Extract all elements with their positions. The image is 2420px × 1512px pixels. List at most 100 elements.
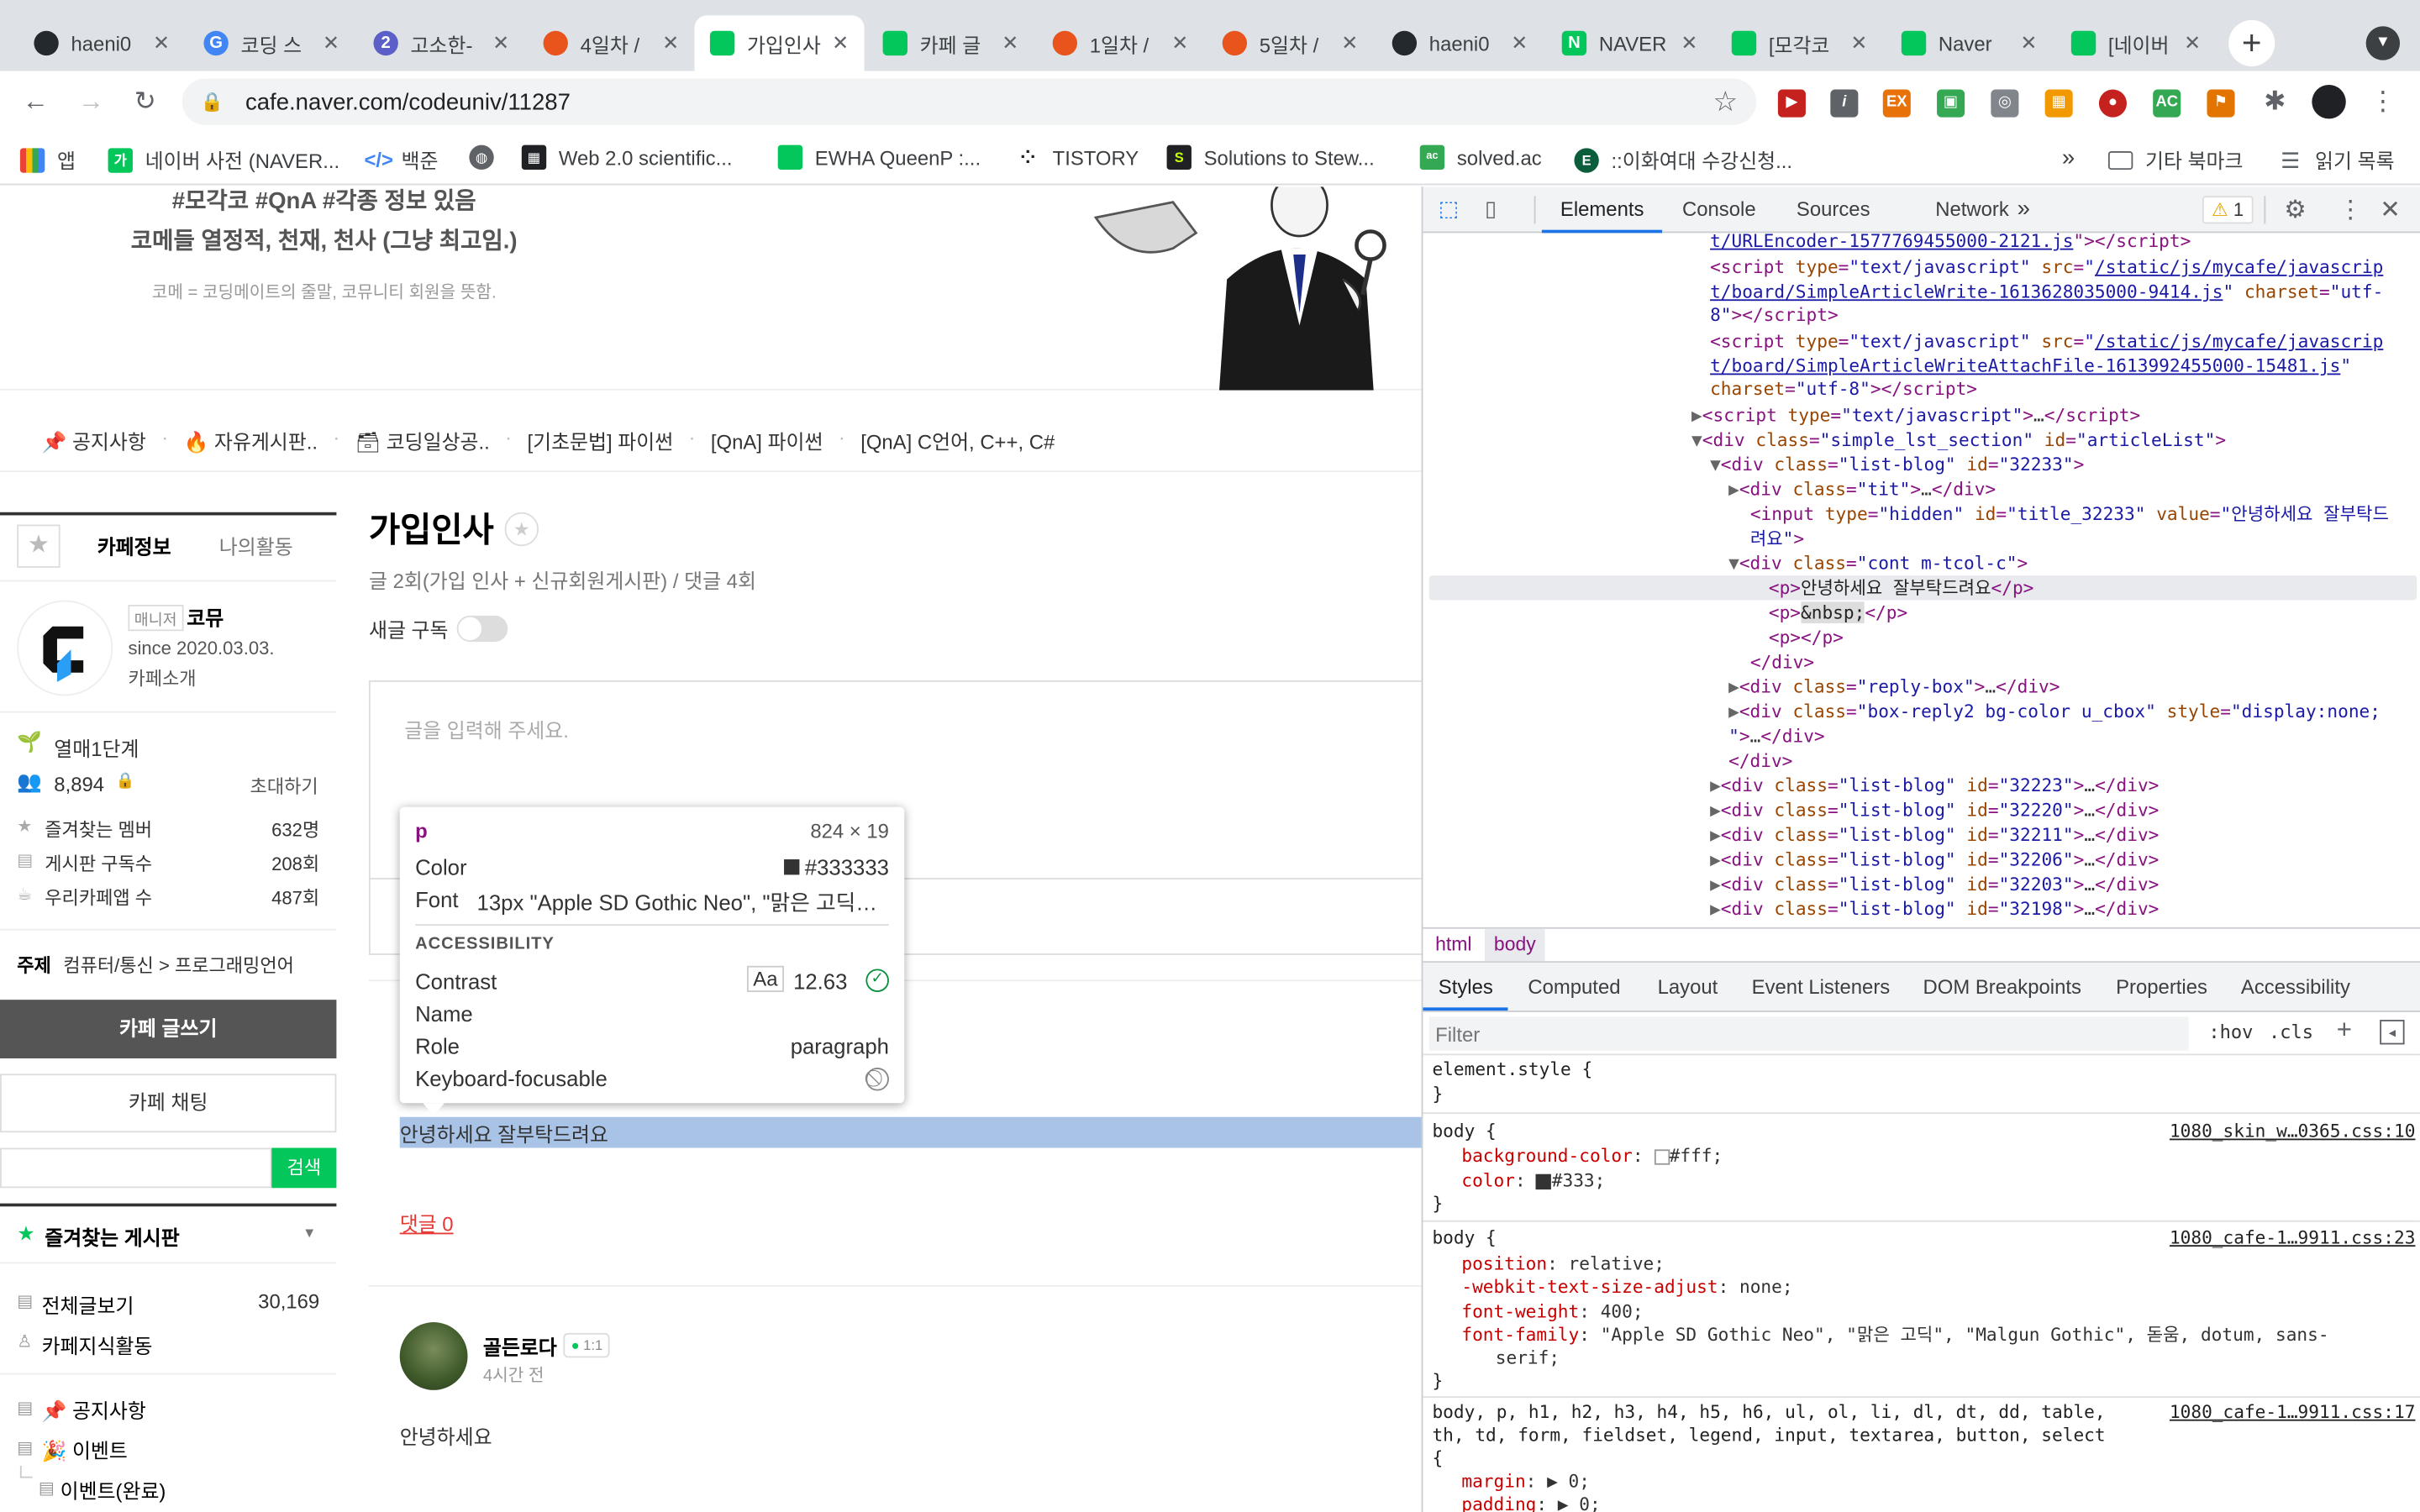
cafe-chat-button[interactable]: 카페 채팅	[0, 1074, 337, 1133]
css-declaration[interactable]: font-weight: 400;	[1461, 1300, 1643, 1324]
triangle-right-icon[interactable]: ▶	[1710, 799, 1721, 821]
dom-node[interactable]: ▶<script type="text/javascript">…</scrip…	[1423, 402, 2420, 427]
new-rule-plus-icon[interactable]: +	[2337, 1016, 2352, 1047]
bookmark-item[interactable]: S Solutions to Stew...	[1166, 144, 1375, 171]
subscribe-toggle[interactable]	[456, 615, 508, 643]
triangle-down-icon[interactable]: ▼	[1710, 454, 1721, 475]
rule-source-link[interactable]: 1080_skin_w…0365.css:10	[2170, 1120, 2415, 1143]
extension-icon[interactable]: AC	[2153, 89, 2181, 118]
css-declaration[interactable]: background-color: #fff;	[1461, 1145, 1723, 1168]
tab-dom-breakpoints[interactable]: DOM Breakpoints	[1907, 963, 2096, 1011]
dom-node[interactable]: ▶<div class="list-blog" id="32223">…</di…	[1423, 773, 2420, 797]
close-icon[interactable]: ✕	[1511, 31, 1528, 55]
dom-node[interactable]: ▼<div class="list-blog" id="32233">	[1423, 452, 2420, 476]
close-icon[interactable]: ✕	[492, 31, 509, 55]
dom-node[interactable]: <script type="text/javascript" src="/sta…	[1423, 328, 2420, 353]
rule-selector[interactable]: element.style {	[1432, 1058, 1592, 1082]
avatar[interactable]	[2312, 85, 2346, 119]
board-item-event-done[interactable]: 이벤트(완료)	[60, 1475, 166, 1504]
board-item-event[interactable]: 🎉 이벤트	[42, 1435, 128, 1464]
dom-node[interactable]: ▶<div class="reply-box">…</div>	[1423, 675, 2420, 699]
inspect-element-icon[interactable]: ⬚	[1439, 196, 1466, 223]
browser-tab[interactable]: 2 고소한- ✕	[358, 15, 524, 71]
author-avatar[interactable]	[399, 1322, 468, 1390]
chevron-down-icon[interactable]: ▼	[302, 1225, 316, 1240]
extension-icon[interactable]: ▦	[2044, 89, 2073, 118]
all-posts-link[interactable]: 전체글보기	[42, 1289, 134, 1319]
dom-node[interactable]: <script type="text/javascript" src="/sta…	[1423, 255, 2420, 279]
rule-selector[interactable]: body, p, h1, h2, h3, h4, h5, h6, ul, ol,…	[1432, 1401, 2157, 1425]
breadcrumb-body[interactable]: body	[1484, 928, 1545, 962]
member-count[interactable]: 8,894	[54, 773, 104, 796]
styles-filter-input[interactable]	[1428, 1016, 2189, 1051]
hov-toggle[interactable]: :hov	[2208, 1021, 2253, 1043]
color-swatch[interactable]	[1536, 1173, 1552, 1189]
triangle-right-icon[interactable]: ▶	[1728, 478, 1739, 500]
tab-styles[interactable]: Styles	[1423, 963, 1509, 1011]
bookmark-item[interactable]: ⁘ TISTORY	[1016, 145, 1139, 170]
tab-computed[interactable]: Computed	[1512, 963, 1636, 1011]
css-declaration[interactable]: font-family: "Apple SD Gothic Neo", "맑은 …	[1461, 1324, 2328, 1347]
device-toggle-icon[interactable]: ▯	[1485, 196, 1512, 223]
browser-tab[interactable]: [모각코 ✕	[1716, 15, 1882, 71]
triangle-right-icon[interactable]: ▶	[1691, 404, 1702, 426]
close-icon[interactable]: ✕	[1002, 31, 1018, 55]
triangle-right-icon[interactable]: ▶	[1728, 701, 1739, 722]
dom-node[interactable]: ▼<div class="cont m-tcol-c">	[1423, 551, 2420, 575]
extension-icon[interactable]: ▶	[1777, 89, 1806, 118]
dom-node[interactable]: ▶<div class="list-blog" id="32220">…</di…	[1423, 798, 2420, 822]
tab-my-activity[interactable]: 나의활동	[219, 531, 293, 560]
browser-tab[interactable]: haeni0 ✕	[1376, 15, 1543, 71]
bookmark-item[interactable]: E::이화여대 수강신청...	[1574, 145, 1792, 175]
dom-node[interactable]: ▼<div class="simple_lst_section" id="art…	[1423, 428, 2420, 452]
close-icon[interactable]: ✕	[2020, 31, 2037, 55]
extension-icon[interactable]: EX	[1882, 89, 1911, 118]
triangle-right-icon[interactable]: ▶	[1710, 874, 1721, 895]
dom-node[interactable]: ▶<div class="list-blog" id="32206">…</di…	[1423, 847, 2420, 871]
rule-source-link[interactable]: 1080_cafe-1…9911.css:23	[2170, 1226, 2415, 1250]
address-bar[interactable]: 🔒 cafe.naver.com/codeuniv/11287 ☆	[182, 78, 1757, 125]
triangle-right-icon[interactable]: ▶	[1728, 675, 1739, 697]
css-declaration[interactable]: padding: ▶ 0;	[1461, 1494, 1600, 1512]
browser-tab-active[interactable]: 가입인사 ✕	[694, 15, 865, 71]
bookmark-item[interactable]: ac solved.ac	[1419, 144, 1542, 171]
dom-node[interactable]: <p></p>	[1423, 625, 2420, 649]
cafe-search-input[interactable]	[0, 1147, 272, 1189]
dom-node[interactable]: ▶<div class="tit">…</div>	[1423, 477, 2420, 501]
topic-value[interactable]: 컴퓨터/통신 > 프로그래밍언어	[63, 952, 294, 978]
tab-sources[interactable]: Sources	[1778, 186, 1889, 233]
browser-tab[interactable]: haeni0 ✕	[18, 15, 185, 71]
dom-node[interactable]: ▶<div class="list-blog" id="32203">…</di…	[1423, 872, 2420, 896]
reload-button[interactable]: ↻	[129, 87, 160, 118]
triangle-right-icon[interactable]: ▶	[1710, 774, 1721, 796]
author-name[interactable]: 골든로다	[483, 1331, 557, 1361]
tab-console[interactable]: Console	[1664, 186, 1775, 233]
settings-gear-icon[interactable]: ⚙	[2284, 194, 2306, 225]
bookmark-item[interactable]: </> 백준	[364, 145, 438, 175]
color-swatch[interactable]	[1654, 1148, 1670, 1164]
bookmark-star-icon[interactable]: ☆	[1712, 86, 1738, 118]
menu-item[interactable]: [기초문법] 파이썬	[527, 426, 673, 455]
extension-icon[interactable]: ◎	[1991, 89, 2019, 118]
extensions-puzzle-icon[interactable]: ✱	[2260, 87, 2291, 118]
close-icon[interactable]: ✕	[1171, 31, 1188, 55]
star-icon[interactable]: ★	[504, 512, 539, 547]
extension-icon[interactable]: ●	[2098, 89, 2127, 118]
sidebar-toggle-icon[interactable]: ◂	[2380, 1020, 2405, 1045]
cafe-intro-link[interactable]: 카페소개	[128, 665, 196, 691]
extension-icon[interactable]: i	[1830, 89, 1859, 118]
dom-node[interactable]: t/URLEncoder-1577769455000-2121.js"></sc…	[1423, 233, 2420, 253]
tab-event-listeners[interactable]: Event Listeners	[1736, 963, 1905, 1011]
star-icon[interactable]: ★	[17, 524, 60, 568]
rule-selector[interactable]: body {	[1432, 1226, 1496, 1250]
triangle-right-icon[interactable]: ▶	[1710, 824, 1721, 846]
dom-node[interactable]: ▶<div class="list-blog" id="32211">…</di…	[1423, 822, 2420, 847]
css-declaration[interactable]: margin: ▶ 0;	[1461, 1470, 1590, 1494]
forward-button[interactable]: →	[76, 87, 107, 118]
dom-node-selected[interactable]: <p>안녕하세요 잘부탁드려요</p>	[1423, 575, 2420, 600]
board-item-notice[interactable]: 📌 공지사항	[42, 1394, 146, 1424]
browser-tab[interactable]: 1일차 / ✕	[1037, 15, 1203, 71]
chat-badge[interactable]: ● 1:1	[563, 1332, 611, 1358]
browser-menu-icon[interactable]: ⋮	[2367, 87, 2398, 118]
new-tab-button[interactable]: +	[2228, 19, 2275, 66]
